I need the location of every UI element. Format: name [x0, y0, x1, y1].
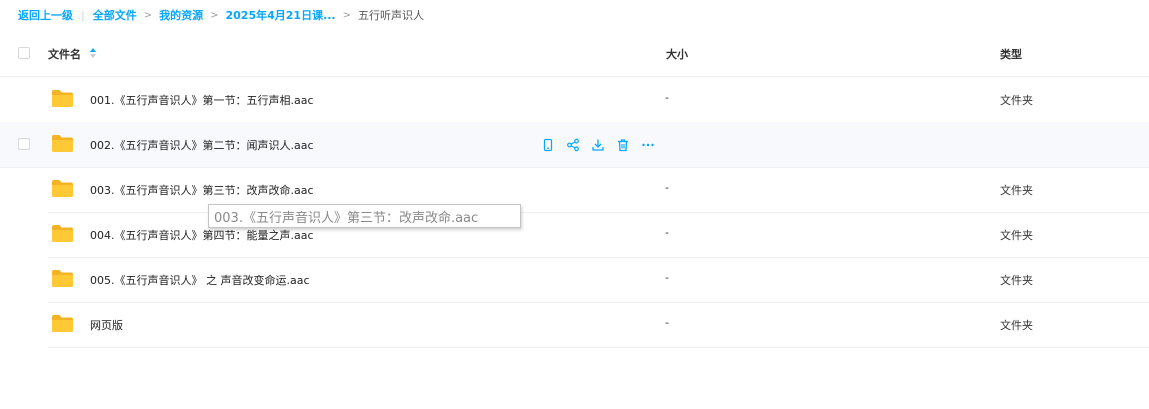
file-name[interactable]: 002.《五行声音识人》第二节：闻声识人.aac	[90, 137, 314, 153]
row-checkbox[interactable]	[18, 138, 30, 150]
file-size: -	[665, 181, 669, 194]
file-type: 文件夹	[1000, 319, 1033, 332]
breadcrumb-item-course-folder[interactable]: 2025年4月21日课...	[226, 7, 336, 23]
select-all-checkbox[interactable]	[18, 47, 30, 59]
row-actions	[541, 138, 655, 152]
file-row[interactable]: 005.《五行声音识人》 之 声音改变命运.aac - 文件夹	[48, 257, 1149, 303]
file-row[interactable]: 001.《五行声音识人》第一节：五行声相.aac - 文件夹	[48, 77, 1149, 123]
download-icon[interactable]	[591, 138, 605, 152]
chevron-right-icon: >	[210, 9, 219, 21]
folder-icon	[52, 270, 73, 287]
column-header-type[interactable]: 类型	[1000, 46, 1022, 62]
column-header-name[interactable]: 文件名	[48, 46, 81, 62]
folder-icon	[52, 135, 73, 152]
file-name[interactable]: 003.《五行声音识人》第三节：改声改命.aac	[90, 182, 314, 198]
back-link[interactable]: 返回上一级	[18, 7, 73, 23]
sort-icon[interactable]	[89, 47, 97, 59]
filename-tooltip: 003.《五行声音识人》第三节：改声改命.aac	[208, 204, 521, 228]
file-row[interactable]: 网页版 - 文件夹	[48, 302, 1149, 348]
file-type: 文件夹	[1000, 94, 1033, 107]
delete-icon[interactable]	[616, 138, 630, 152]
folder-icon	[52, 90, 73, 107]
folder-icon	[52, 225, 73, 242]
breadcrumb-current: 五行听声识人	[358, 9, 425, 22]
file-name[interactable]: 004.《五行声音识人》第四节：能量之声.aac	[90, 227, 314, 243]
chevron-right-icon: >	[342, 9, 352, 21]
folder-icon	[52, 315, 73, 332]
file-size: -	[665, 226, 669, 239]
separator: |	[81, 8, 85, 22]
more-icon[interactable]	[641, 138, 655, 152]
folder-icon	[52, 180, 73, 197]
breadcrumb-item-my-resources[interactable]: 我的资源	[159, 7, 203, 23]
file-name[interactable]: 005.《五行声音识人》 之 声音改变命运.aac	[90, 272, 310, 288]
phone-icon[interactable]	[541, 138, 555, 152]
file-row-hovered[interactable]: 002.《五行声音识人》第二节：闻声识人.aac	[0, 122, 1149, 168]
file-size: -	[665, 271, 669, 284]
file-list-header: 文件名 大小 类型	[0, 32, 1149, 77]
share-icon[interactable]	[566, 138, 580, 152]
column-header-size[interactable]: 大小	[666, 46, 688, 62]
file-name[interactable]: 网页版	[90, 317, 123, 333]
breadcrumb-item-all-files[interactable]: 全部文件	[93, 7, 137, 23]
chevron-right-icon: >	[143, 9, 153, 21]
file-name[interactable]: 001.《五行声音识人》第一节：五行声相.aac	[90, 92, 314, 108]
file-type: 文件夹	[1000, 274, 1033, 287]
file-type: 文件夹	[1000, 184, 1033, 197]
file-size: -	[665, 91, 669, 104]
file-size: -	[665, 316, 669, 329]
file-type: 文件夹	[1000, 229, 1033, 242]
breadcrumb: 返回上一级 | 全部文件 > 我的资源 > 2025年4月21日课... > 五…	[18, 6, 424, 24]
